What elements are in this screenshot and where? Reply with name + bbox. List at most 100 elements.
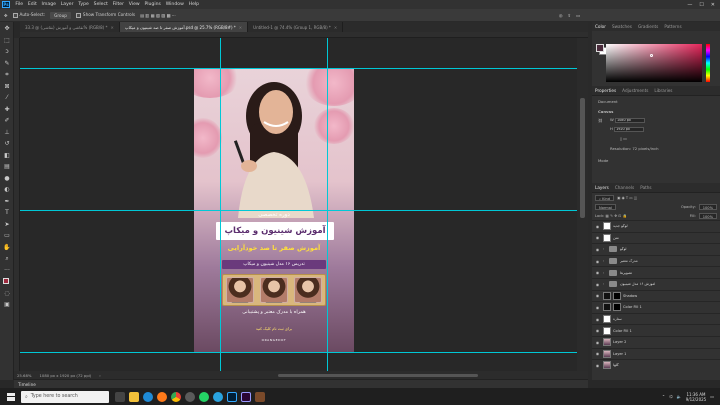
width-field[interactable] xyxy=(614,117,645,123)
layer-row[interactable]: ◉ ستاره xyxy=(592,312,720,325)
color-swatches-icon[interactable] xyxy=(2,277,12,287)
vertical-scrollbar[interactable] xyxy=(577,38,588,371)
more-tools-icon[interactable]: ··· xyxy=(2,265,12,275)
hue-slider[interactable] xyxy=(706,44,710,82)
guide-line[interactable] xyxy=(20,352,577,353)
path-select-icon[interactable]: ➤ xyxy=(2,219,12,229)
foreground-color-swatch[interactable] xyxy=(3,277,9,284)
layer-mask-thumbnail[interactable] xyxy=(613,291,621,300)
workspace-icon[interactable]: ▭ xyxy=(576,13,580,18)
tab-layers[interactable]: Layers xyxy=(595,185,609,190)
layer-row[interactable]: ◉ › لوگو xyxy=(592,243,720,255)
volume-icon[interactable]: 🔈 xyxy=(677,394,682,399)
kind-filter-dropdown[interactable]: ⌕ Kind xyxy=(595,194,615,201)
chevron-right-icon[interactable]: › xyxy=(601,282,606,286)
tab-color[interactable]: Color xyxy=(595,24,606,29)
foreground-color-swatch[interactable] xyxy=(596,44,604,52)
whatsapp-icon[interactable] xyxy=(199,391,209,402)
menu-filter[interactable]: Filter xyxy=(110,2,126,7)
color-picker-cursor[interactable] xyxy=(650,54,653,57)
canvas-workspace[interactable]: دوره تخصصی آموزش شینیون و میکاپ آموزش صف… xyxy=(20,38,577,371)
guide-line[interactable] xyxy=(327,38,328,371)
task-view-icon[interactable] xyxy=(115,391,125,402)
color-picker-field[interactable] xyxy=(606,44,702,82)
close-icon[interactable]: ✕ xyxy=(111,25,114,30)
telegram-icon[interactable] xyxy=(213,391,223,402)
history-brush-icon[interactable]: ↺ xyxy=(2,139,12,149)
visibility-eye-icon[interactable]: ◉ xyxy=(594,247,601,252)
layer-thumbnail[interactable] xyxy=(603,222,611,231)
close-icon[interactable]: ✕ xyxy=(239,25,242,30)
quick-mask-icon[interactable]: ◌ xyxy=(2,288,12,298)
layer-row[interactable]: ◉ گلها xyxy=(592,359,720,371)
layer-thumbnail[interactable] xyxy=(603,361,611,370)
tab-adjustments[interactable]: Adjustments xyxy=(622,88,648,93)
guide-line[interactable] xyxy=(220,38,221,371)
premiere-taskbar-icon[interactable] xyxy=(241,391,251,402)
3d-mode-icon[interactable]: ◎ xyxy=(559,13,563,18)
eraser-tool-icon[interactable]: ◧ xyxy=(2,150,12,160)
timeline-label[interactable]: Timeline xyxy=(18,382,36,387)
layer-row[interactable]: ◉ Color Fill 1 xyxy=(592,301,720,313)
tab-document-1[interactable]: نقاشی و آموزش (نقاشی) @ 33.3% (RGB/8) * ✕ xyxy=(20,22,120,32)
pen-tool-icon[interactable]: ✒ xyxy=(2,196,12,206)
menu-plugins[interactable]: Plugins xyxy=(142,2,163,7)
tray-chevron-icon[interactable]: ⌃ xyxy=(662,394,665,399)
layer-row[interactable]: ◉ › مدرک معتبر xyxy=(592,254,720,267)
layer-row[interactable]: ◉ Shadow xyxy=(592,289,720,302)
visibility-eye-icon[interactable]: ◉ xyxy=(594,340,601,345)
eyedropper-tool-icon[interactable]: ⁄ xyxy=(2,93,12,103)
gradient-tool-icon[interactable]: ▤ xyxy=(2,162,12,172)
layer-row[interactable]: ◉ لوگو جدید xyxy=(592,220,720,232)
visibility-eye-icon[interactable]: ◉ xyxy=(594,282,601,287)
link-dimensions-icon[interactable]: ⛓ xyxy=(598,118,603,123)
file-explorer-icon[interactable] xyxy=(129,391,139,402)
layer-row[interactable]: ◉ متن xyxy=(592,231,720,244)
zoom-tool-icon[interactable]: ⌕ xyxy=(2,254,12,264)
hand-tool-icon[interactable]: ✋ xyxy=(2,242,12,252)
height-field[interactable] xyxy=(614,126,645,132)
menu-help[interactable]: Help xyxy=(186,2,201,7)
menu-edit[interactable]: Edit xyxy=(25,2,39,7)
close-button[interactable]: ✕ xyxy=(711,2,715,8)
guide-line[interactable] xyxy=(20,210,577,211)
tab-document-3[interactable]: Untitled-1 @ 74.4% (Group 1, RGB/8) * ✕ xyxy=(248,22,344,32)
blend-mode-dropdown[interactable]: Normal xyxy=(595,203,617,210)
marquee-tool-icon[interactable]: ⬚ xyxy=(2,35,12,45)
app-taskbar-icon[interactable] xyxy=(255,391,265,402)
visibility-eye-icon[interactable]: ◉ xyxy=(594,270,601,275)
scroll-thumb[interactable] xyxy=(580,98,585,218)
share-icon[interactable]: ⇪ xyxy=(568,13,572,18)
notifications-icon[interactable]: ▭ xyxy=(710,394,714,399)
visibility-eye-icon[interactable]: ◉ xyxy=(594,328,601,333)
layer-thumbnail[interactable] xyxy=(603,315,611,324)
menu-image[interactable]: Image xyxy=(39,2,58,7)
layer-row[interactable]: ◉ Color Fill 1 xyxy=(592,324,720,336)
app-icon[interactable] xyxy=(185,391,195,402)
layer-thumbnail[interactable] xyxy=(603,291,611,300)
shape-tool-icon[interactable]: ▭ xyxy=(2,231,12,241)
tab-gradients[interactable]: Gradients xyxy=(638,24,658,29)
menu-window[interactable]: Window xyxy=(163,2,186,7)
menu-type[interactable]: Type xyxy=(76,2,91,7)
horizontal-scrollbar[interactable] xyxy=(278,373,478,377)
network-icon[interactable]: ⌬ xyxy=(669,394,673,399)
visibility-eye-icon[interactable]: ◉ xyxy=(594,351,601,356)
maximize-button[interactable]: ☐ xyxy=(699,2,703,8)
screen-mode-icon[interactable]: ▣ xyxy=(2,300,12,310)
opacity-field[interactable]: 100% xyxy=(698,203,717,210)
tab-channels[interactable]: Channels xyxy=(615,185,634,190)
layer-row[interactable]: ◉ Layer 1 xyxy=(592,347,720,360)
transform-controls-checkbox[interactable]: Show Transform Controls xyxy=(75,12,135,18)
tab-patterns[interactable]: Patterns xyxy=(664,24,681,29)
minimize-button[interactable]: — xyxy=(687,2,692,8)
filter-icons[interactable]: ▣ ◉ T ▭ ◫ xyxy=(617,196,637,200)
zoom-level[interactable]: 25.68% xyxy=(17,373,31,378)
firefox-icon[interactable] xyxy=(157,391,167,402)
chevron-right-icon[interactable]: › xyxy=(601,271,606,275)
tab-swatches[interactable]: Swatches xyxy=(612,24,632,29)
visibility-eye-icon[interactable]: ◉ xyxy=(594,305,601,310)
layer-thumbnail[interactable] xyxy=(603,338,611,347)
layer-thumbnail[interactable] xyxy=(603,303,611,312)
layer-row[interactable]: ◉ › تصویرها xyxy=(592,266,720,278)
